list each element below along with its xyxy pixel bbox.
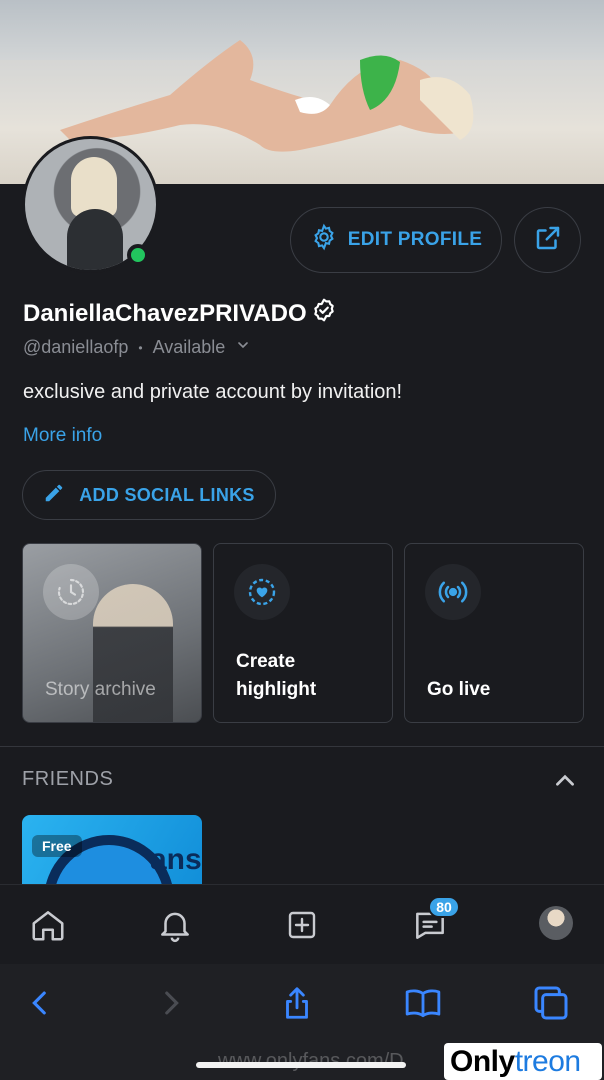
verified-icon <box>311 297 337 330</box>
display-name-row: DaniellaChavezPRIVADO <box>23 297 337 330</box>
separator-dot: • <box>138 340 143 355</box>
share-icon[interactable] <box>272 978 322 1028</box>
avatar[interactable] <box>539 906 573 940</box>
home-indicator <box>196 1062 406 1068</box>
add-social-links-button[interactable]: ADD SOCIAL LINKS <box>22 470 276 520</box>
handle-row: @daniellaofp • Available <box>23 337 251 358</box>
heart-highlight-icon <box>234 564 290 620</box>
go-live-card[interactable]: Go live <box>404 543 584 723</box>
friend-card[interactable]: ans Free <box>22 815 202 884</box>
display-name: DaniellaChavezPRIVADO <box>23 299 307 327</box>
story-archive-card[interactable]: Story archive <box>22 543 202 723</box>
free-badge: Free <box>32 835 82 857</box>
bookmarks-icon[interactable] <box>398 978 448 1028</box>
clock-icon <box>43 564 99 620</box>
tabs-icon[interactable] <box>526 978 576 1028</box>
profile-bio: exclusive and private account by invitat… <box>23 381 403 403</box>
more-info-link[interactable]: More info <box>23 425 102 447</box>
story-archive-label: Story archive <box>45 679 156 700</box>
forward-icon[interactable] <box>146 978 196 1028</box>
broadcast-icon <box>425 564 481 620</box>
create-highlight-label: Create highlight <box>236 651 317 700</box>
edit-profile-button[interactable]: EDIT PROFILE <box>290 207 502 273</box>
messages-count-badge: 80 <box>428 896 460 918</box>
create-highlight-card[interactable]: Create highlight <box>213 543 393 723</box>
add-social-links-label: ADD SOCIAL LINKS <box>79 484 255 505</box>
edit-profile-label: EDIT PROFILE <box>347 229 483 250</box>
gear-icon <box>310 223 338 257</box>
bottom-tab-bar <box>0 884 604 964</box>
share-profile-button[interactable] <box>514 207 581 273</box>
back-icon[interactable] <box>15 978 65 1028</box>
bell-icon[interactable] <box>155 905 195 945</box>
watermark-logo: Only treon <box>444 1043 602 1080</box>
online-status-dot <box>127 244 149 266</box>
availability-status[interactable]: Available <box>153 337 226 358</box>
pencil-icon <box>43 482 65 509</box>
home-icon[interactable] <box>28 905 68 945</box>
go-live-label: Go live <box>427 679 491 700</box>
friends-section-title: FRIENDS <box>22 768 114 790</box>
share-icon <box>533 223 563 258</box>
username-handle: @daniellaofp <box>23 337 129 357</box>
chevron-down-icon[interactable] <box>235 337 251 358</box>
logo-only: Only <box>450 1044 515 1078</box>
logo-treon: treon <box>514 1044 581 1078</box>
chevron-up-icon[interactable] <box>552 768 578 799</box>
plus-square-icon[interactable] <box>282 905 322 945</box>
friend-card-text: ans <box>150 843 202 876</box>
section-divider <box>0 746 604 747</box>
